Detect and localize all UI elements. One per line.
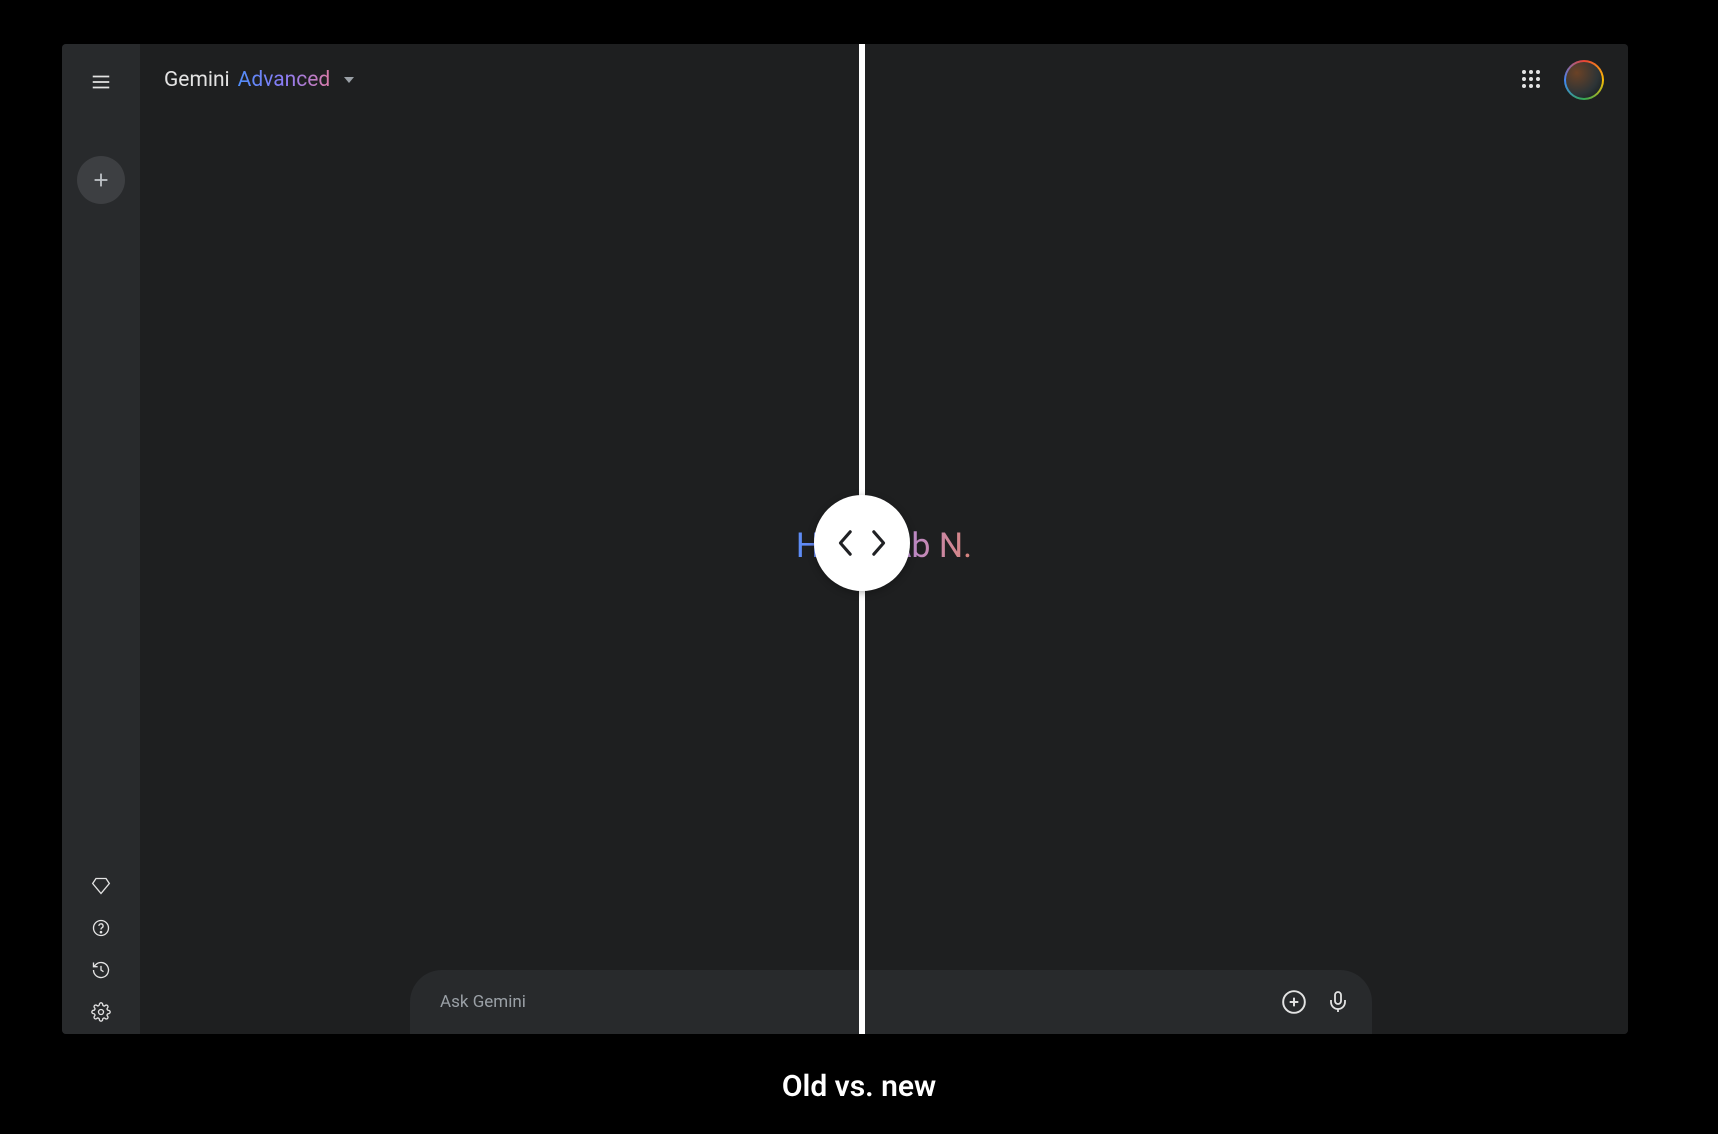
sidebar-bottom <box>89 874 113 1034</box>
gem-manager-button[interactable] <box>89 874 113 898</box>
avatar-image <box>1566 62 1602 98</box>
header: Gemini Advanced <box>140 44 1628 116</box>
plus-circle-icon <box>1281 989 1307 1015</box>
model-selector[interactable]: Gemini Advanced <box>164 68 354 92</box>
microphone-button[interactable] <box>1316 980 1360 1024</box>
prompt-input-bar[interactable]: Ask Gemini <box>410 970 1372 1034</box>
google-apps-button[interactable] <box>1520 68 1544 92</box>
brand-tier: Advanced <box>238 68 331 92</box>
account-avatar[interactable] <box>1564 60 1604 100</box>
sidebar <box>62 44 140 1034</box>
diamond-icon <box>91 876 111 896</box>
help-icon <box>91 918 111 938</box>
hamburger-icon <box>90 71 112 93</box>
new-chat-button[interactable] <box>77 156 125 204</box>
prompt-placeholder: Ask Gemini <box>440 992 1272 1012</box>
menu-button[interactable] <box>77 58 125 106</box>
settings-button[interactable] <box>89 1000 113 1024</box>
history-icon <box>91 960 111 980</box>
comparison-caption: Old vs. new <box>0 1069 1718 1104</box>
microphone-icon <box>1326 990 1350 1014</box>
comparison-slider-handle[interactable] <box>814 495 910 591</box>
chevron-right-icon <box>869 529 887 557</box>
chevron-left-icon <box>837 529 855 557</box>
plus-icon <box>90 169 112 191</box>
gear-icon <box>91 1002 111 1022</box>
brand-name: Gemini <box>164 68 230 92</box>
help-button[interactable] <box>89 916 113 940</box>
chevron-down-icon <box>344 77 354 83</box>
activity-button[interactable] <box>89 958 113 982</box>
add-attachment-button[interactable] <box>1272 980 1316 1024</box>
